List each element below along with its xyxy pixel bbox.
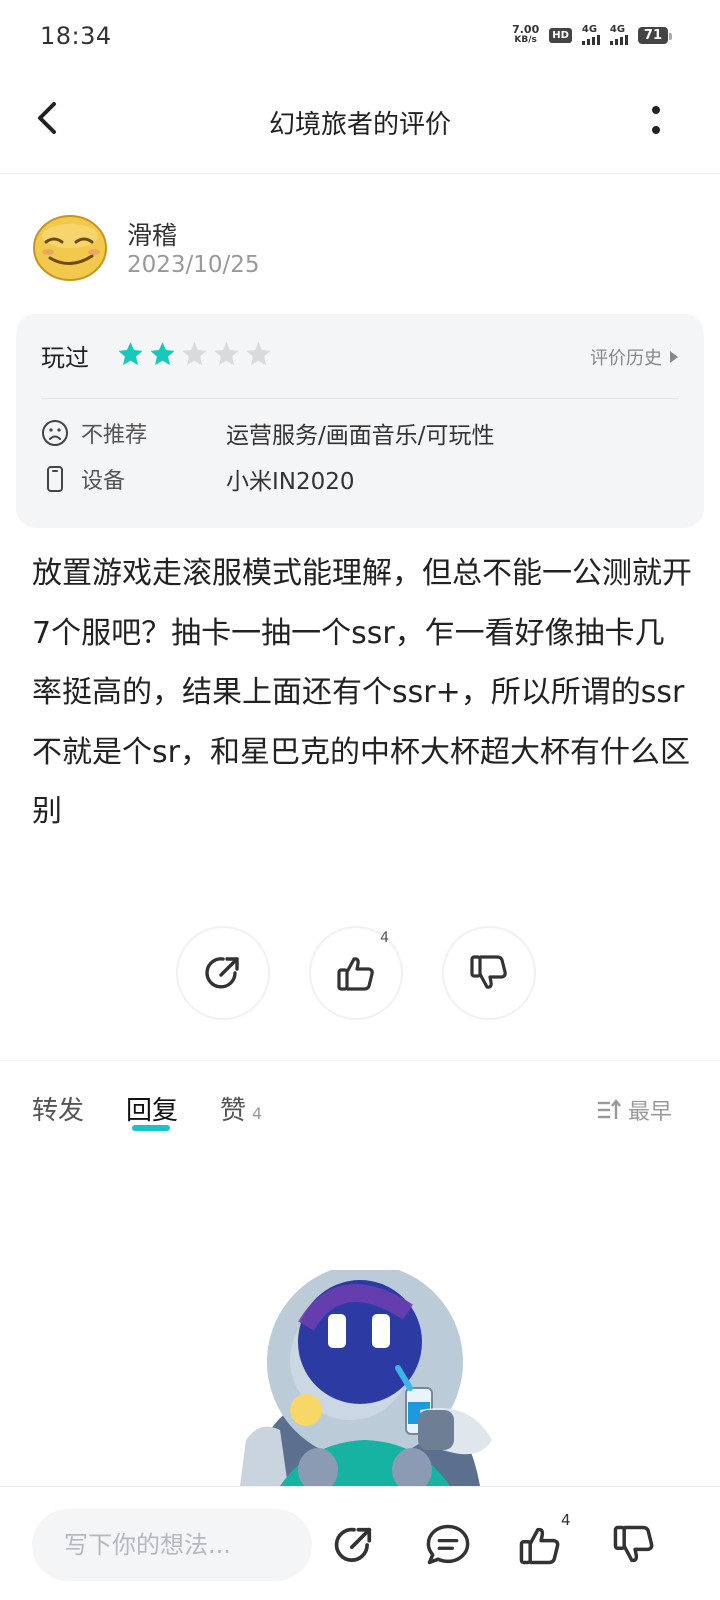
battery-icon: 71	[637, 26, 673, 44]
star-empty-icon	[246, 342, 271, 366]
star-empty-icon	[214, 342, 239, 366]
network-speed: 7.00 KB/s	[512, 23, 540, 45]
share-arrow-icon[interactable]	[330, 1521, 378, 1569]
device-key: 设备	[81, 469, 126, 494]
recommend-key: 不推荐	[81, 423, 148, 448]
bottom-action-bar: 4	[0, 1486, 720, 1600]
thumbs-down-icon	[470, 955, 507, 989]
likes-tab-count: 4	[252, 1104, 263, 1123]
tab-forward[interactable]: 转发	[32, 1090, 84, 1127]
divider	[0, 1060, 720, 1061]
review-history-link[interactable]: 评价历史	[590, 344, 678, 370]
comment-input[interactable]	[32, 1509, 312, 1581]
status-bar: 18:34 7.00 KB/s HD 4G 4G 71	[0, 0, 720, 76]
phone-device-icon	[47, 466, 63, 492]
thumbs-up-icon[interactable]	[516, 1521, 564, 1569]
vertical-dots-icon[interactable]	[644, 102, 668, 138]
played-status: 玩过	[41, 344, 89, 372]
signal-icon-sim2: 4G	[609, 25, 628, 45]
thumbs-down-icon[interactable]	[610, 1521, 658, 1569]
frown-face-icon	[42, 420, 68, 446]
active-tab-indicator	[132, 1125, 171, 1131]
sort-ascending-icon	[597, 1099, 621, 1119]
like-count: 4	[380, 930, 389, 946]
astronaut-mascot-illustration	[240, 1270, 492, 1486]
comment-bubble-icon[interactable]	[424, 1521, 472, 1569]
dislike-button[interactable]	[442, 926, 536, 1020]
header-bar: 幻境旅者的评价	[0, 76, 720, 174]
hd-voice-icon: HD	[549, 27, 572, 43]
review-date: 2023/10/25	[127, 252, 260, 278]
status-icons: 7.00 KB/s HD 4G 4G 71	[512, 23, 673, 46]
status-time: 18:34	[40, 22, 112, 50]
tab-likes[interactable]: 赞4	[220, 1090, 262, 1127]
bottom-like-count: 4	[561, 1511, 571, 1529]
divider	[41, 398, 679, 399]
like-button[interactable]: 4	[309, 926, 403, 1020]
signal-icon-sim1: 4G	[581, 25, 600, 45]
device-row: 设备 小米IN2020	[41, 462, 355, 496]
star-rating	[116, 340, 273, 368]
thumbs-up-icon	[337, 957, 374, 991]
share-arrow-icon	[205, 957, 239, 989]
star-filled-icon	[118, 342, 143, 366]
page-title: 幻境旅者的评价	[268, 110, 451, 140]
recommend-row: 不推荐 运营服务/画面音乐/可玩性	[41, 416, 495, 450]
avatar[interactable]	[32, 208, 108, 284]
review-text: 放置游戏走滚服模式能理解，但总不能一公测就开7个服吧？抽卡一抽一个ssr，乍一看…	[32, 556, 692, 829]
star-filled-icon	[150, 342, 175, 366]
tab-reply[interactable]: 回复	[126, 1090, 178, 1131]
triangle-right-icon	[670, 351, 678, 363]
reply-tabs: 转发 回复 赞4	[32, 1090, 304, 1131]
recommend-value: 运营服务/画面音乐/可玩性	[226, 423, 495, 449]
star-empty-icon	[182, 342, 207, 366]
rating-card: 玩过 评价历史 不推荐 运营服务/画面音乐/可玩性 设备 小米IN2020	[16, 314, 704, 528]
device-value: 小米IN2020	[226, 469, 355, 495]
sort-toggle[interactable]: 最早	[596, 1094, 672, 1126]
username[interactable]: 滑稽	[127, 216, 177, 252]
review-actions: 4	[176, 926, 536, 1020]
share-button[interactable]	[176, 926, 270, 1020]
